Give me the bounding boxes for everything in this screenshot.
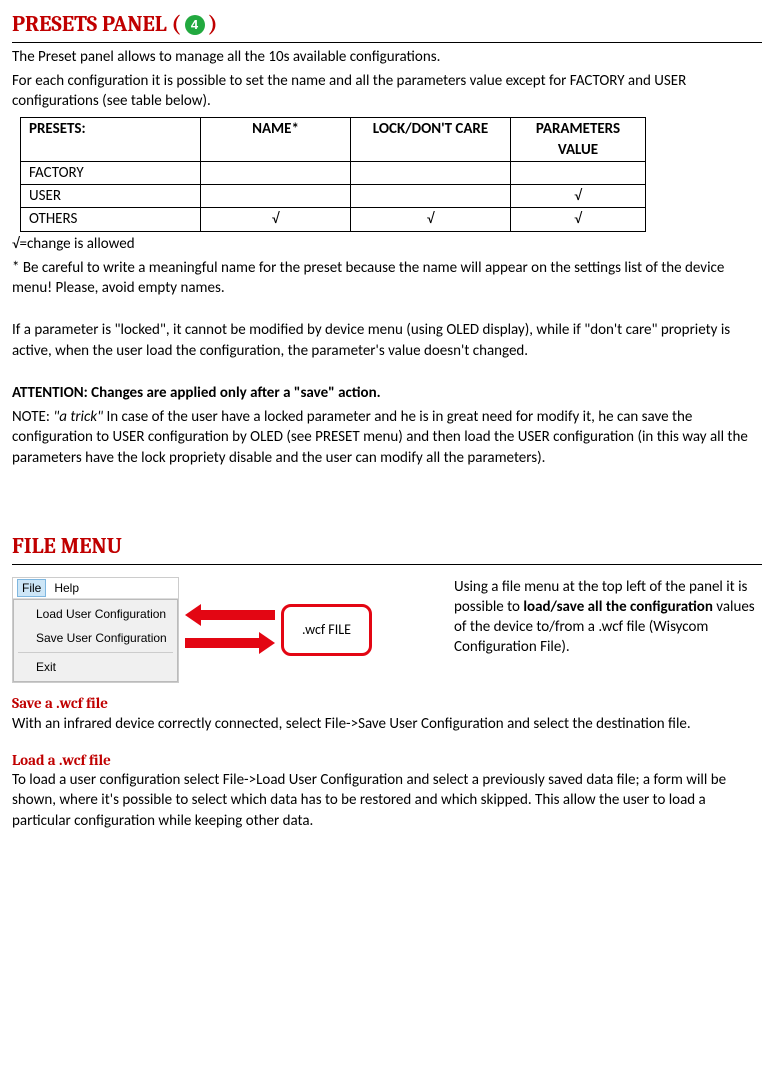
menu-item-save: Save User Configuration: [14, 626, 177, 650]
cell: [201, 161, 351, 184]
th-lock: LOCK/DON'T CARE: [351, 118, 511, 162]
presets-panel-heading: PRESETS PANEL ( 4 ): [12, 10, 762, 43]
table-legend: √=change is allowed: [12, 234, 762, 254]
menu-bar-file: File: [17, 579, 46, 597]
th-presets: PRESETS:: [21, 118, 201, 162]
intro-line-2: For each configuration it is possible to…: [12, 71, 762, 112]
note-trick-rest: In case of the user have a locked parame…: [12, 408, 748, 467]
cell: √: [201, 208, 351, 231]
arrow-left-icon: [185, 604, 275, 626]
save-wcf-body: With an infrared device correctly connec…: [12, 714, 762, 734]
side-text-bold: load/save all the configuration: [523, 598, 713, 616]
cell: OTHERS: [21, 208, 201, 231]
heading-badge-icon: 4: [185, 15, 205, 35]
table-row: USER √: [21, 185, 646, 208]
cell: [351, 185, 511, 208]
presets-table: PRESETS: NAME* LOCK/DON'T CARE PARAMETER…: [20, 117, 646, 231]
menu-screenshot: File Help Load User Configuration Save U…: [12, 577, 179, 684]
intro-line-1: The Preset panel allows to manage all th…: [12, 47, 762, 67]
file-menu-heading-text: FILE MENU: [12, 532, 122, 562]
file-menu-side-text: Using a file menu at the top left of the…: [454, 577, 762, 658]
file-menu-illustration: File Help Load User Configuration Save U…: [12, 577, 442, 684]
name-star-note: * Be careful to write a meaningful name …: [12, 258, 762, 299]
file-menu-heading: FILE MENU: [12, 532, 762, 565]
table-header-row: PRESETS: NAME* LOCK/DON'T CARE PARAMETER…: [21, 118, 646, 162]
heading-suffix: ): [209, 10, 218, 40]
load-wcf-body: To load a user configuration select File…: [12, 770, 762, 831]
menu-bar-help: Help: [54, 580, 79, 596]
cell: √: [351, 208, 511, 231]
file-menu-illustration-row: File Help Load User Configuration Save U…: [12, 577, 762, 684]
cell: FACTORY: [21, 161, 201, 184]
cell: √: [511, 185, 646, 208]
load-wcf-heading: Load a .wcf file: [12, 750, 762, 770]
menu-bar: File Help: [13, 578, 178, 599]
heading-prefix: PRESETS PANEL (: [12, 10, 181, 40]
cell: √: [511, 208, 646, 231]
menu-separator: [18, 652, 173, 653]
note-label: NOTE:: [12, 408, 53, 426]
arrows-icon: [185, 600, 275, 660]
cell: USER: [21, 185, 201, 208]
cell: [511, 161, 646, 184]
menu-dropdown: Load User Configuration Save User Config…: [13, 599, 178, 683]
th-name: NAME*: [201, 118, 351, 162]
locked-paragraph: If a parameter is "locked", it cannot be…: [12, 320, 762, 361]
attention-line: ATTENTION: Changes are applied only afte…: [12, 383, 762, 403]
wcf-file-box: .wcf FILE: [281, 604, 372, 657]
table-row: FACTORY: [21, 161, 646, 184]
cell: [351, 161, 511, 184]
cell: [201, 185, 351, 208]
menu-item-exit: Exit: [14, 655, 177, 679]
note-trick-em: "a trick": [53, 408, 103, 426]
note-trick: NOTE: "a trick" In case of the user have…: [12, 407, 762, 468]
th-params: PARAMETERS VALUE: [511, 118, 646, 162]
table-row: OTHERS √ √ √: [21, 208, 646, 231]
menu-item-load: Load User Configuration: [14, 602, 177, 626]
save-wcf-heading: Save a .wcf file: [12, 693, 762, 713]
arrow-right-icon: [185, 632, 275, 654]
